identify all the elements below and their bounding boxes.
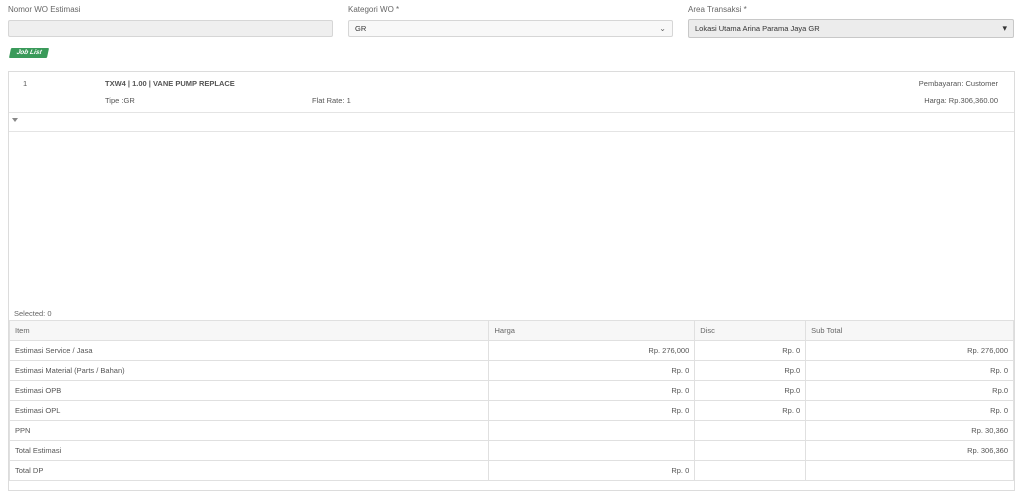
expand-row[interactable] — [9, 112, 1014, 132]
row-subtotal — [805, 460, 1014, 481]
table-row: Estimasi OPB Rp. 0 Rp.0 Rp.0 — [8, 380, 1014, 401]
table-row: Estimasi OPL Rp. 0 Rp. 0 Rp. 0 — [8, 400, 1014, 421]
chevron-down-icon: ▾ — [1002, 23, 1007, 33]
job-title: TXW4 | 1.00 | VANE PUMP REPLACE — [105, 79, 235, 88]
row-item: Estimasi Material (Parts / Bahan) — [8, 360, 490, 381]
row-disc — [694, 420, 807, 441]
area-transaksi-label: Area Transaksi * — [688, 5, 747, 14]
kategori-wo-select[interactable]: GR ⌄ — [348, 20, 673, 37]
nomor-wo-field[interactable] — [8, 20, 333, 37]
table-row: Total DP Rp. 0 — [8, 460, 1014, 481]
job-row[interactable]: 1 TXW4 | 1.00 | VANE PUMP REPLACE Tipe :… — [9, 72, 1014, 113]
row-subtotal: Rp. 276,000 — [805, 340, 1014, 361]
kategori-wo-value: GR — [355, 24, 367, 33]
row-subtotal: Rp.0 — [805, 380, 1014, 401]
row-harga: Rp. 276,000 — [488, 340, 696, 361]
row-disc: Rp.0 — [694, 360, 807, 381]
area-transaksi-value: Lokasi Utama Arina Parama Jaya GR — [695, 24, 820, 33]
table-row: Estimasi Service / Jasa Rp. 276,000 Rp. … — [8, 340, 1014, 361]
row-disc: Rp. 0 — [694, 340, 807, 361]
chevron-down-icon: ⌄ — [659, 24, 666, 33]
area-transaksi-select[interactable]: Lokasi Utama Arina Parama Jaya GR ▾ — [688, 19, 1014, 38]
row-item: PPN — [8, 420, 490, 441]
row-item: Total Estimasi — [8, 440, 490, 461]
row-harga — [488, 440, 696, 461]
row-subtotal: Rp. 30,360 — [805, 420, 1014, 441]
row-harga — [488, 420, 696, 441]
job-list-badge: Job List — [8, 48, 50, 58]
row-subtotal: Rp. 0 — [805, 360, 1014, 381]
header-harga: Harga — [488, 320, 696, 341]
row-disc: Rp.0 — [694, 380, 807, 401]
table-row: Estimasi Material (Parts / Bahan) Rp. 0 … — [8, 360, 1014, 381]
row-subtotal: Rp. 306,360 — [805, 440, 1014, 461]
table-header-row: Item Harga Disc Sub Total — [8, 320, 1014, 341]
selected-count: Selected: 0 — [14, 309, 52, 318]
row-item: Estimasi Service / Jasa — [8, 340, 490, 361]
row-disc: Rp. 0 — [694, 400, 807, 421]
kategori-wo-label: Kategori WO * — [348, 5, 400, 14]
job-list-panel: 1 TXW4 | 1.00 | VANE PUMP REPLACE Tipe :… — [8, 71, 1015, 491]
table-row: Total Estimasi Rp. 306,360 — [8, 440, 1014, 461]
row-disc — [694, 440, 807, 461]
row-harga: Rp. 0 — [488, 380, 696, 401]
nomor-wo-label: Nomor WO Estimasi — [8, 5, 81, 14]
job-pembayaran: Pembayaran: Customer — [918, 79, 998, 88]
row-subtotal: Rp. 0 — [805, 400, 1014, 421]
job-harga: Harga: Rp.306,360.00 — [924, 96, 998, 105]
row-item: Estimasi OPB — [8, 380, 490, 401]
row-harga: Rp. 0 — [488, 400, 696, 421]
header-item: Item — [8, 320, 490, 341]
row-harga: Rp. 0 — [488, 460, 696, 481]
job-tipe: Tipe :GR — [105, 96, 135, 105]
row-harga: Rp. 0 — [488, 360, 696, 381]
row-item: Estimasi OPL — [8, 400, 490, 421]
row-item: Total DP — [8, 460, 490, 481]
row-disc — [694, 460, 807, 481]
table-row: PPN Rp. 30,360 — [8, 420, 1014, 441]
job-flat-rate: Flat Rate: 1 — [312, 96, 351, 105]
estimation-summary-table: Item Harga Disc Sub Total Estimasi Servi… — [8, 320, 1014, 481]
job-number: 1 — [23, 79, 28, 88]
header-disc: Disc — [694, 320, 807, 341]
header-subtotal: Sub Total — [805, 320, 1014, 341]
caret-down-icon[interactable] — [12, 118, 18, 122]
